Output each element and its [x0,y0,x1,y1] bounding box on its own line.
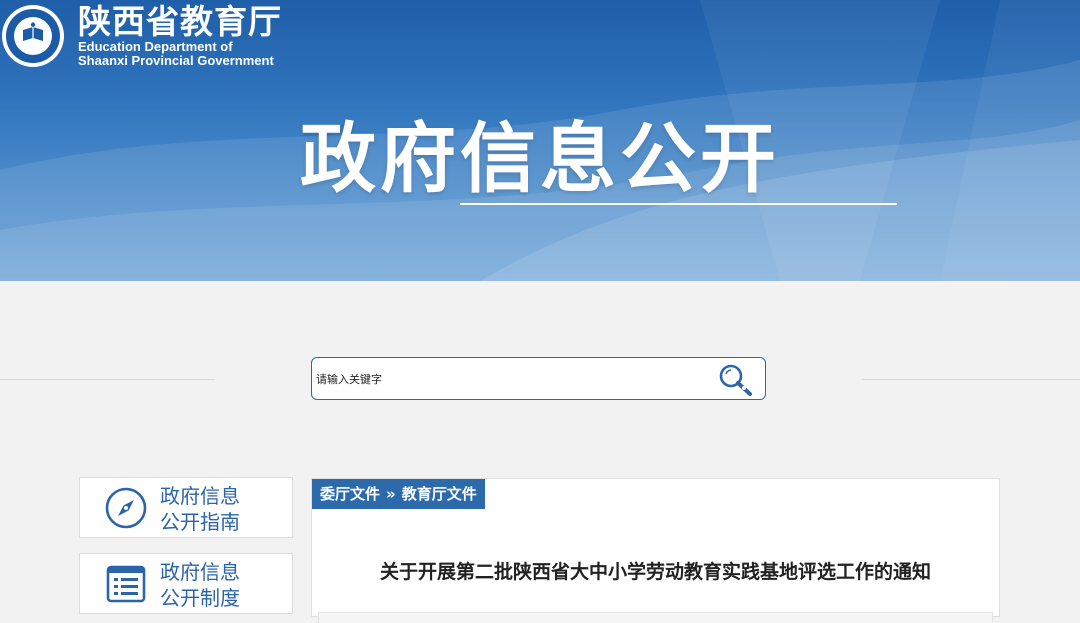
breadcrumb-separator: » [386,485,396,503]
divider-right [862,379,1080,380]
site-logo[interactable]: EDS 陕西省教育厅 Education Department of Shaan… [2,4,282,68]
compass-icon [105,487,147,529]
divider-left [0,379,215,380]
sidebar-item-label-line1: 政府信息 [160,560,240,584]
logo-text: 陕西省教育厅 Education Department of Shaanxi P… [78,4,282,68]
breadcrumb-link-department-files[interactable]: 教育厅文件 [402,485,477,503]
header-banner: EDS 陕西省教育厅 Education Department of Shaan… [0,0,1080,281]
org-name-cn: 陕西省教育厅 [78,2,282,41]
department-emblem-icon: EDS [2,5,64,67]
breadcrumb: 委厅文件 » 教育厅文件 [312,479,485,509]
sidebar-item-label-line2: 公开制度 [160,586,240,610]
document-meta-box [318,612,993,623]
sidebar-item-disclosure-guide[interactable]: 政府信息 公开指南 [79,477,293,538]
main-content-panel: 委厅文件 » 教育厅文件 关于开展第二批陕西省大中小学劳动教育实践基地评选工作的通知 [311,478,1000,623]
list-document-icon [106,565,146,603]
sidebar-item-label: 政府信息 公开制度 [160,559,240,611]
search-input[interactable] [316,364,706,394]
sidebar-item-disclosure-system[interactable]: 政府信息 公开制度 [79,553,293,614]
search-box [311,357,766,400]
org-name-en-line1: Education Department of [78,39,233,54]
emblem-label: EDS [25,49,41,56]
title-underline [460,203,897,205]
breadcrumb-link-committee-files[interactable]: 委厅文件 [320,485,380,503]
search-icon [719,364,752,396]
sidebar-item-label-line1: 政府信息 [160,484,240,508]
search-button[interactable] [717,362,755,396]
document-title: 关于开展第二批陕西省大中小学劳动教育实践基地评选工作的通知 [379,561,931,583]
sidebar-item-label: 政府信息 公开指南 [160,483,240,535]
org-name-en-line2: Shaanxi Provincial Government [78,53,274,68]
page-title: 政府信息公开 [300,114,780,203]
sidebar-item-label-line2: 公开指南 [160,510,240,534]
